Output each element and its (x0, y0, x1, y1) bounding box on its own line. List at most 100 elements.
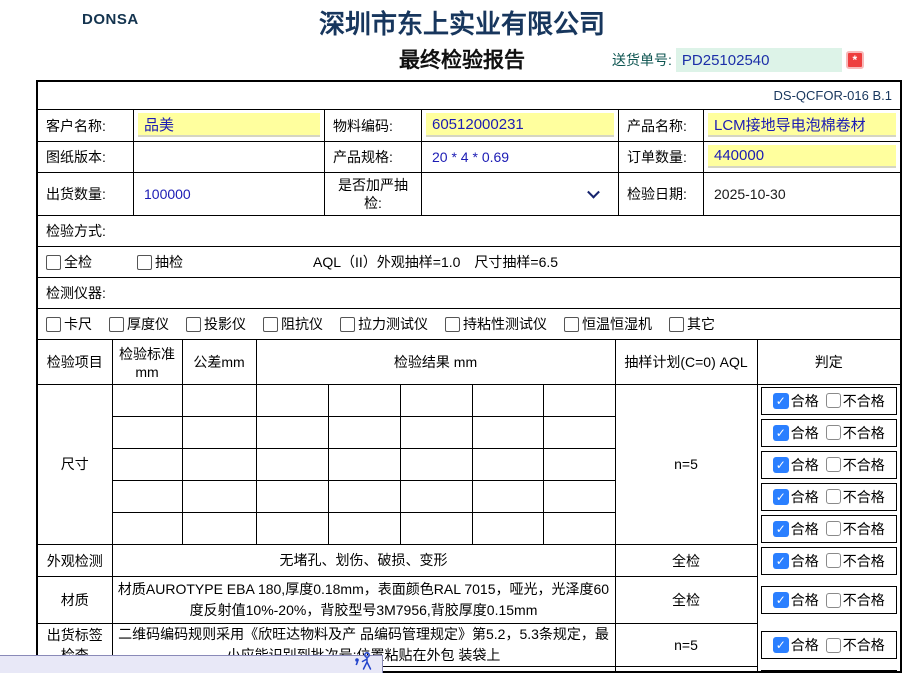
tolerance-cell[interactable] (182, 513, 256, 545)
standard-cell[interactable] (112, 384, 182, 417)
pass-option[interactable]: ✓合格 (773, 635, 819, 655)
result-cell[interactable] (472, 513, 543, 545)
result-cell[interactable] (472, 417, 543, 449)
result-cell[interactable] (256, 417, 328, 449)
instrument-other[interactable]: 其它 (669, 314, 715, 334)
full-check-option[interactable]: 全检 (46, 252, 92, 272)
pass-checkbox-checked[interactable]: ✓ (773, 393, 789, 409)
other-checkbox[interactable] (669, 317, 684, 332)
result-cell[interactable] (472, 449, 543, 481)
result-cell[interactable] (543, 449, 615, 481)
result-cell[interactable] (400, 384, 472, 417)
fail-option[interactable]: 不合格 (826, 455, 885, 475)
inspection-date-value[interactable]: 2025-10-30 (704, 173, 900, 216)
instrument-tension-tester[interactable]: 拉力测试仪 (340, 314, 428, 334)
fail-checkbox[interactable] (826, 489, 841, 504)
pass-option[interactable]: ✓合格 (773, 423, 819, 443)
instrument-thickness-gauge[interactable]: 厚度仪 (109, 314, 169, 334)
fail-option[interactable]: 不合格 (826, 590, 885, 610)
caliper-checkbox[interactable] (46, 317, 61, 332)
pass-checkbox-checked[interactable]: ✓ (773, 637, 789, 653)
instrument-climate-chamber[interactable]: 恒温恒湿机 (564, 314, 652, 334)
tolerance-cell[interactable] (182, 449, 256, 481)
thickness-gauge-checkbox[interactable] (109, 317, 124, 332)
result-cell[interactable] (543, 384, 615, 417)
fail-checkbox[interactable] (826, 593, 841, 608)
result-cell[interactable] (328, 449, 400, 481)
product-name-field[interactable]: LCM接地导电泡棉卷材 (704, 110, 900, 142)
tension-tester-checkbox[interactable] (340, 317, 355, 332)
pass-option[interactable]: ✓合格 (773, 487, 819, 507)
fail-checkbox[interactable] (826, 521, 841, 536)
result-cell[interactable] (543, 481, 615, 513)
fail-checkbox[interactable] (826, 393, 841, 408)
pass-checkbox-checked[interactable]: ✓ (773, 553, 789, 569)
result-cell[interactable] (400, 481, 472, 513)
result-cell[interactable] (400, 513, 472, 545)
drawing-version-field[interactable] (134, 142, 325, 173)
spec-value[interactable]: 20 * 4 * 0.69 (422, 142, 619, 173)
sampling-option[interactable]: 抽检 (137, 252, 183, 272)
fail-checkbox[interactable] (826, 457, 841, 472)
pass-checkbox-checked[interactable]: ✓ (773, 521, 789, 537)
fail-option[interactable]: 不合格 (826, 423, 885, 443)
standard-cell[interactable] (112, 449, 182, 481)
fail-checkbox[interactable] (826, 553, 841, 568)
result-cell[interactable] (256, 384, 328, 417)
result-cell[interactable] (256, 513, 328, 545)
order-qty-field[interactable]: 440000 (704, 142, 900, 173)
standard-cell[interactable] (112, 417, 182, 449)
result-cell[interactable] (472, 481, 543, 513)
pass-checkbox-checked[interactable]: ✓ (773, 592, 789, 608)
result-cell[interactable] (400, 417, 472, 449)
result-cell[interactable] (256, 481, 328, 513)
fail-option[interactable]: 不合格 (826, 487, 885, 507)
tolerance-cell[interactable] (182, 384, 256, 417)
instrument-impedance-meter[interactable]: 阻抗仪 (263, 314, 323, 334)
material-code-value[interactable]: 60512000231 (426, 113, 614, 137)
instrument-adhesion-tester[interactable]: 持粘性测试仪 (445, 314, 547, 334)
result-cell[interactable] (400, 449, 472, 481)
climate-chamber-checkbox[interactable] (564, 317, 579, 332)
fail-checkbox[interactable] (826, 638, 841, 653)
fail-option[interactable]: 不合格 (826, 551, 885, 571)
customer-field[interactable]: 品美 (134, 110, 325, 142)
material-code-field[interactable]: 60512000231 (422, 110, 619, 142)
fail-option[interactable]: 不合格 (826, 635, 885, 655)
impedance-meter-checkbox[interactable] (263, 317, 278, 332)
result-cell[interactable] (256, 449, 328, 481)
standard-cell[interactable] (112, 513, 182, 545)
projector-checkbox[interactable] (186, 317, 201, 332)
pass-checkbox-checked[interactable]: ✓ (773, 425, 789, 441)
fail-option[interactable]: 不合格 (826, 519, 885, 539)
adhesion-tester-checkbox[interactable] (445, 317, 460, 332)
result-cell[interactable] (328, 417, 400, 449)
order-qty-value[interactable]: 440000 (708, 145, 896, 168)
pass-option[interactable]: ✓合格 (773, 551, 819, 571)
result-cell[interactable] (328, 513, 400, 545)
fail-checkbox[interactable] (826, 425, 841, 440)
full-check-checkbox[interactable] (46, 255, 61, 270)
standard-cell[interactable] (112, 481, 182, 513)
result-cell[interactable] (472, 384, 543, 417)
clear-button[interactable]: * (846, 51, 864, 69)
result-cell[interactable] (328, 384, 400, 417)
product-name-value[interactable]: LCM接地导电泡棉卷材 (708, 113, 896, 137)
ship-qty-value[interactable]: 100000 (134, 173, 325, 216)
result-cell[interactable] (328, 481, 400, 513)
pass-checkbox-checked[interactable]: ✓ (773, 489, 789, 505)
tolerance-cell[interactable] (182, 481, 256, 513)
pass-option[interactable]: ✓合格 (773, 455, 819, 475)
sampling-checkbox[interactable] (137, 255, 152, 270)
pass-option[interactable]: ✓合格 (773, 590, 819, 610)
instrument-projector[interactable]: 投影仪 (186, 314, 246, 334)
instrument-caliper[interactable]: 卡尺 (46, 314, 92, 334)
customer-value[interactable]: 品美 (138, 113, 320, 137)
pass-option[interactable]: ✓合格 (773, 519, 819, 539)
strict-sampling-dropdown[interactable] (422, 173, 619, 216)
result-cell[interactable] (543, 513, 615, 545)
pass-option[interactable]: ✓合格 (773, 391, 819, 411)
result-cell[interactable] (543, 417, 615, 449)
fail-option[interactable]: 不合格 (826, 391, 885, 411)
pass-checkbox-checked[interactable]: ✓ (773, 457, 789, 473)
